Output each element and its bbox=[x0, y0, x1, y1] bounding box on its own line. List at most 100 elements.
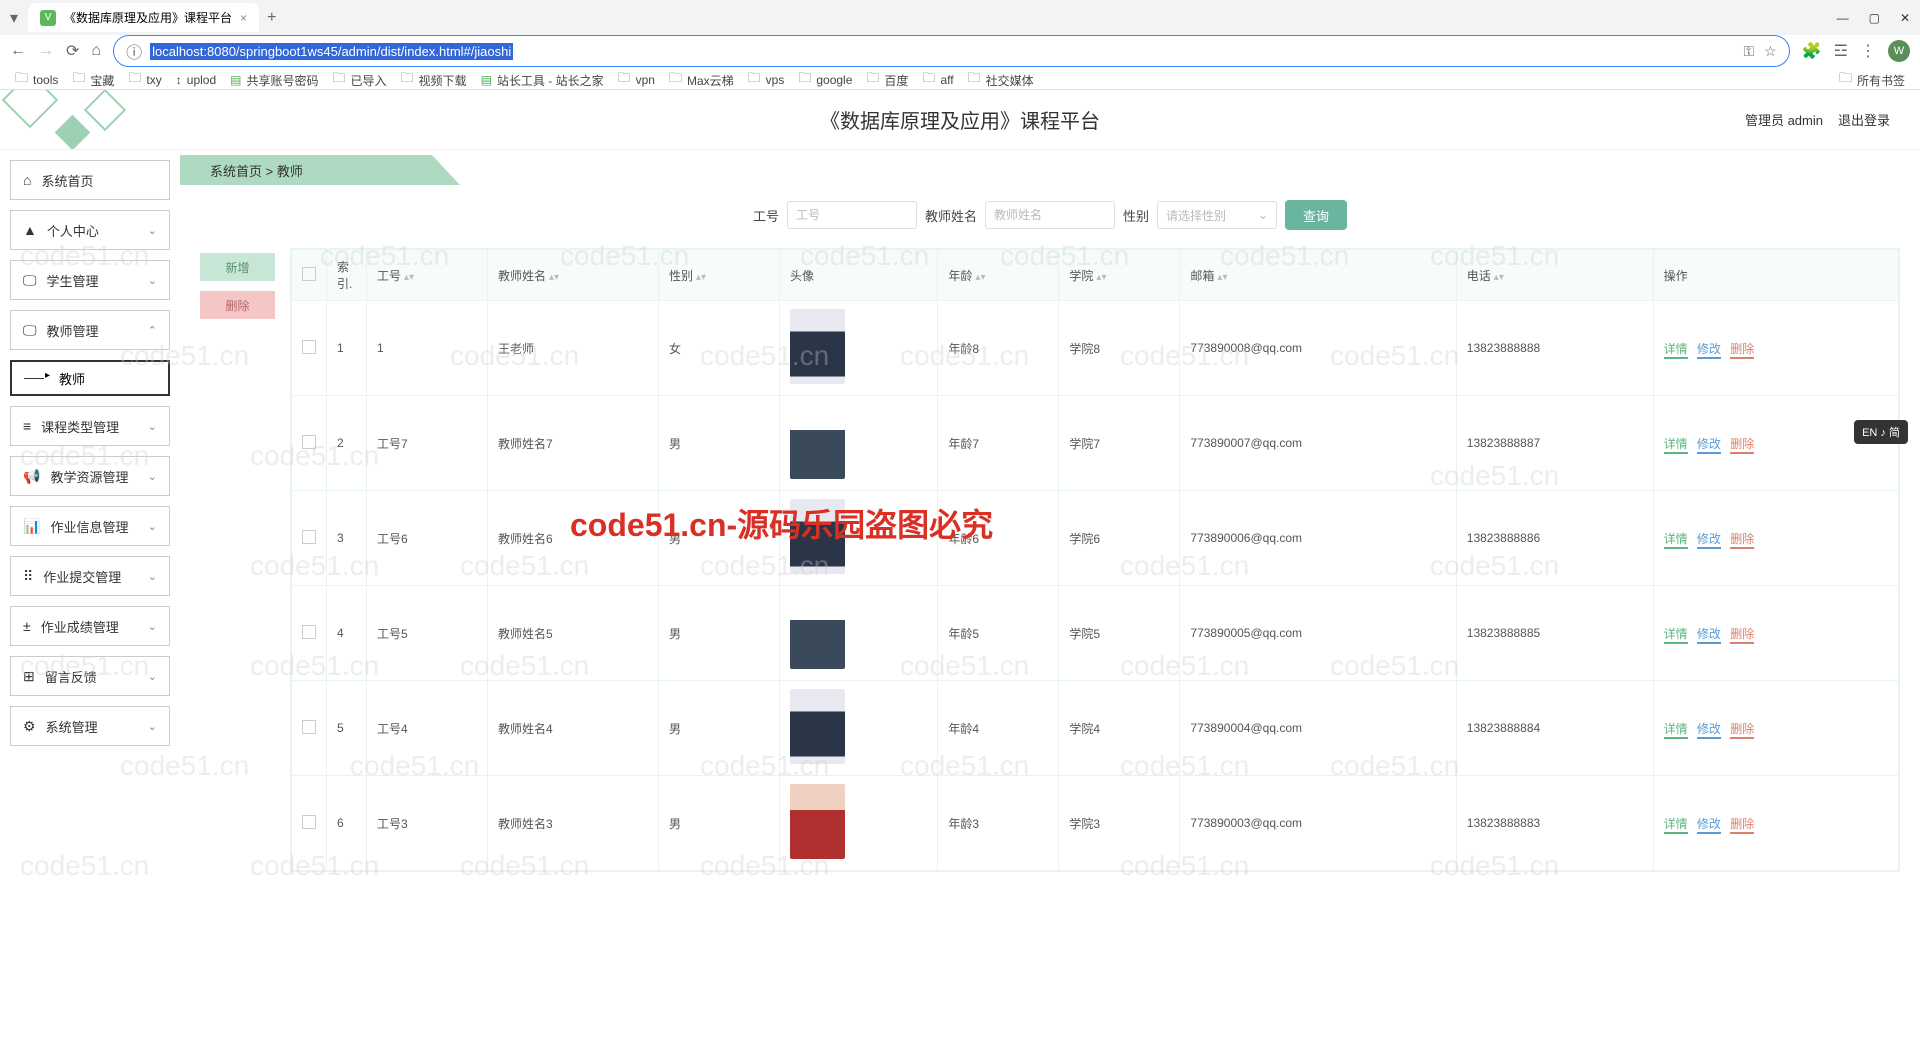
row-checkbox[interactable] bbox=[302, 340, 316, 354]
add-button[interactable]: 新增 bbox=[200, 253, 275, 281]
detail-link[interactable]: 详情 bbox=[1664, 627, 1688, 644]
home-icon[interactable]: ⌂ bbox=[91, 42, 101, 60]
sidebar-item-course-type[interactable]: ≡课程类型管理⌄ bbox=[10, 406, 170, 446]
sidebar-item-teacher[interactable]: 🖵教师管理⌃ bbox=[10, 310, 170, 350]
ime-badge[interactable]: EN ♪ 简 bbox=[1854, 420, 1908, 444]
delete-link[interactable]: 删除 bbox=[1730, 532, 1754, 549]
logout-link[interactable]: 退出登录 bbox=[1838, 110, 1890, 129]
edit-link[interactable]: 修改 bbox=[1697, 532, 1721, 549]
detail-link[interactable]: 详情 bbox=[1664, 437, 1688, 454]
sort-icon[interactable]: ▴▾ bbox=[975, 275, 985, 280]
cell-email: 773890005@qq.com bbox=[1180, 586, 1456, 681]
sort-icon[interactable]: ▴▾ bbox=[696, 275, 706, 280]
bookmark-item[interactable]: ▤共享账号密码 bbox=[230, 72, 318, 89]
bookmark-item[interactable]: 🗀视频下载 bbox=[401, 69, 467, 91]
row-checkbox[interactable] bbox=[302, 815, 316, 829]
bookmark-item[interactable]: 🗀tools bbox=[15, 69, 58, 91]
bookmark-item[interactable]: 🗀社交媒体 bbox=[968, 69, 1034, 91]
bookmark-item[interactable]: 🗀txy bbox=[128, 69, 161, 91]
bookmark-item[interactable]: 🗀已导入 bbox=[333, 69, 387, 91]
sort-icon[interactable]: ▴▾ bbox=[1217, 275, 1227, 280]
url-input[interactable]: ⓘ localhost:8080/springboot1ws45/admin/d… bbox=[113, 35, 1790, 67]
bookmark-item[interactable]: 🗀vps bbox=[748, 69, 785, 91]
bookmark-item[interactable]: 🗀aff bbox=[922, 69, 953, 91]
edit-link[interactable]: 修改 bbox=[1697, 627, 1721, 644]
select-sex[interactable]: 请选择性别 ⌄ bbox=[1157, 201, 1277, 229]
close-window-icon[interactable]: ✕ bbox=[1900, 11, 1910, 25]
chevron-down-icon: ⌄ bbox=[148, 420, 157, 433]
input-gonghao[interactable] bbox=[787, 201, 917, 229]
forward-icon[interactable]: → bbox=[38, 42, 54, 60]
edit-link[interactable]: 修改 bbox=[1697, 817, 1721, 834]
avatar-image bbox=[790, 784, 845, 859]
sidebar-item-resource[interactable]: 📢教学资源管理⌄ bbox=[10, 456, 170, 496]
link-icon: ↕ bbox=[176, 73, 182, 87]
delete-link[interactable]: 删除 bbox=[1730, 817, 1754, 834]
delete-link[interactable]: 删除 bbox=[1730, 627, 1754, 644]
all-bookmarks[interactable]: 🗀所有书签 bbox=[1839, 69, 1905, 91]
bookmark-item[interactable]: ▤站长工具 - 站长之家 bbox=[481, 72, 604, 89]
reload-icon[interactable]: ⟳ bbox=[66, 41, 79, 61]
maximize-icon[interactable]: ▢ bbox=[1869, 11, 1880, 25]
close-icon[interactable]: × bbox=[240, 11, 247, 25]
folder-icon: 🗀 bbox=[1839, 69, 1852, 91]
bookmark-item[interactable]: 🗀Max云梯 bbox=[669, 69, 734, 91]
chevron-up-icon: ⌃ bbox=[148, 324, 157, 337]
delete-button[interactable]: 删除 bbox=[200, 291, 275, 319]
bookmark-item[interactable]: 🗀百度 bbox=[866, 69, 908, 91]
edit-link[interactable]: 修改 bbox=[1697, 437, 1721, 454]
sort-icon[interactable]: ▴▾ bbox=[1494, 275, 1504, 280]
detail-link[interactable]: 详情 bbox=[1664, 722, 1688, 739]
profile-avatar[interactable]: W bbox=[1888, 40, 1910, 62]
sidebar-item-homework-submit[interactable]: ⠿作业提交管理⌄ bbox=[10, 556, 170, 596]
sidebar-item-homework-info[interactable]: 📊作业信息管理⌄ bbox=[10, 506, 170, 546]
query-button[interactable]: 查询 bbox=[1285, 200, 1347, 230]
sidebar-subitem-teacher[interactable]: 教师 bbox=[10, 360, 170, 396]
row-checkbox[interactable] bbox=[302, 530, 316, 544]
detail-link[interactable]: 详情 bbox=[1664, 342, 1688, 359]
delete-link[interactable]: 删除 bbox=[1730, 342, 1754, 359]
bookmark-item[interactable]: 🗀google bbox=[798, 69, 852, 91]
chevron-down-icon: ⌄ bbox=[148, 570, 157, 583]
kebab-icon[interactable]: ⋮ bbox=[1860, 41, 1876, 61]
minimize-icon[interactable]: — bbox=[1837, 11, 1849, 25]
sort-icon[interactable]: ▴▾ bbox=[1096, 275, 1106, 280]
table-row: 4 工号5 教师姓名5 男 年龄5 学院5 773890005@qq.com 1… bbox=[292, 586, 1899, 681]
sidebar-item-student[interactable]: 🖵学生管理⌄ bbox=[10, 260, 170, 300]
extensions-icon[interactable]: 🧩 bbox=[1802, 41, 1822, 61]
bookmark-star-icon[interactable]: ☆ bbox=[1764, 43, 1777, 60]
cell-avatar bbox=[780, 681, 938, 776]
info-icon[interactable]: ⓘ bbox=[126, 39, 142, 63]
edit-link[interactable]: 修改 bbox=[1697, 342, 1721, 359]
dropdown-icon[interactable]: ▾ bbox=[10, 8, 18, 28]
edit-link[interactable]: 修改 bbox=[1697, 722, 1721, 739]
detail-link[interactable]: 详情 bbox=[1664, 817, 1688, 834]
breadcrumb-home[interactable]: 系统首页 bbox=[210, 164, 262, 179]
sidebar-item-homework-score[interactable]: ±作业成绩管理⌄ bbox=[10, 606, 170, 646]
delete-link[interactable]: 删除 bbox=[1730, 722, 1754, 739]
cell-index: 2 bbox=[327, 396, 367, 491]
bookmark-item[interactable]: 🗀vpn bbox=[618, 69, 655, 91]
browser-tab[interactable]: V 《数据库原理及应用》课程平台 × bbox=[28, 3, 259, 32]
sidebar-item-home[interactable]: ⌂系统首页 bbox=[10, 160, 170, 200]
sidebar-item-feedback[interactable]: ⊞留言反馈⌄ bbox=[10, 656, 170, 696]
bookmark-item[interactable]: ↕uplod bbox=[176, 73, 216, 87]
input-name[interactable] bbox=[985, 201, 1115, 229]
folder-icon: 🗀 bbox=[922, 69, 935, 91]
row-checkbox[interactable] bbox=[302, 720, 316, 734]
sort-icon[interactable]: ▴▾ bbox=[549, 275, 559, 280]
row-checkbox[interactable] bbox=[302, 625, 316, 639]
menu-lines-icon[interactable]: ☲ bbox=[1834, 41, 1848, 61]
cell-gonghao: 工号3 bbox=[367, 776, 488, 871]
sort-icon[interactable]: ▴▾ bbox=[404, 275, 414, 280]
key-icon[interactable]: ⚿ bbox=[1744, 43, 1755, 60]
bookmark-item[interactable]: 🗀宝藏 bbox=[72, 69, 114, 91]
new-tab-button[interactable]: + bbox=[267, 9, 276, 27]
back-icon[interactable]: ← bbox=[10, 42, 26, 60]
row-checkbox[interactable] bbox=[302, 435, 316, 449]
checkbox-all[interactable] bbox=[302, 267, 316, 281]
delete-link[interactable]: 删除 bbox=[1730, 437, 1754, 454]
sidebar-item-personal[interactable]: ▲个人中心⌄ bbox=[10, 210, 170, 250]
detail-link[interactable]: 详情 bbox=[1664, 532, 1688, 549]
sidebar-item-system[interactable]: ⚙系统管理⌄ bbox=[10, 706, 170, 746]
